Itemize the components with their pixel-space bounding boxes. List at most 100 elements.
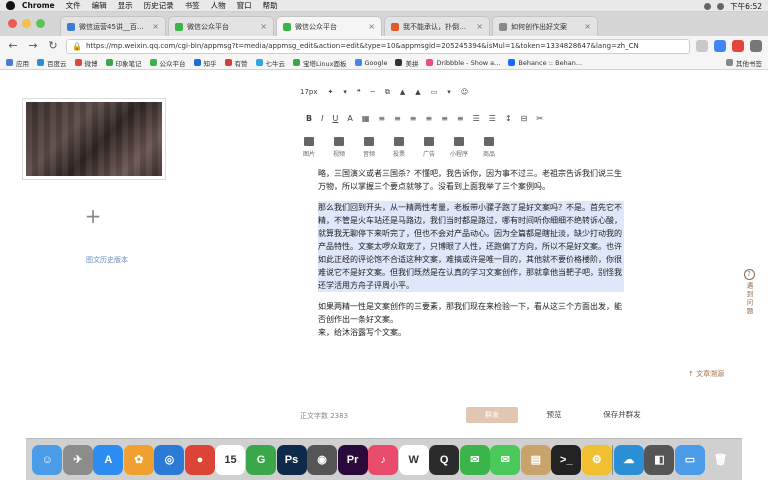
box-icon[interactable]: ▭ — [431, 88, 438, 96]
bookmark-google[interactable]: Google — [354, 59, 387, 67]
table-icon[interactable]: ⊟ — [521, 114, 528, 123]
divider-icon[interactable]: ─ — [371, 88, 375, 96]
bookmark-behance[interactable]: Behance :: Behan... — [508, 59, 582, 67]
address-bar[interactable]: 🔒 https://mp.weixin.qq.com/cgi-bin/appms… — [66, 38, 690, 54]
extension-icon[interactable] — [714, 40, 726, 52]
preview-icon[interactable]: ▤ — [520, 444, 551, 475]
wechat-icon[interactable]: ✉ — [459, 444, 490, 475]
highlight-icon[interactable]: ▦ — [362, 114, 370, 123]
align-left-icon[interactable]: ≡ — [378, 114, 385, 123]
bookmark-other[interactable]: 其他书签 — [726, 58, 762, 68]
menu-item-window[interactable]: 窗口 — [237, 0, 252, 11]
clock[interactable]: 下午6:52 — [730, 1, 762, 12]
emoji-icon[interactable]: ☺ — [461, 88, 468, 96]
article-body[interactable]: 略，三国演义或者三国杀？不懂吧，我告诉你，因为事不过三。老祖宗告诉我们说三生万物… — [318, 167, 624, 347]
forward-icon[interactable]: → — [26, 39, 40, 53]
battery-icon[interactable] — [717, 2, 725, 10]
tab-baidu[interactable]: 微信运营45讲__百度搜索 × — [60, 16, 166, 36]
outdent-icon[interactable]: ≡ — [457, 114, 464, 123]
quote-icon[interactable]: ❝ — [357, 88, 361, 96]
launchpad-icon[interactable]: ✈ — [62, 444, 93, 475]
tab-close-icon[interactable]: × — [476, 22, 483, 31]
wps-icon[interactable]: W — [398, 444, 429, 475]
qq-icon[interactable]: Q — [429, 444, 460, 475]
insert-image-button[interactable]: 图片 — [300, 137, 318, 161]
bookmark-apps[interactable]: 应用 — [6, 58, 29, 68]
tab-close-icon[interactable]: × — [368, 22, 375, 31]
wifi-icon[interactable] — [704, 2, 712, 10]
tab-weixin-2[interactable]: 微信公众平台 × — [276, 16, 382, 36]
font-size-dropdown-icon[interactable]: ✦ — [328, 88, 334, 96]
menu-item-edit[interactable]: 编辑 — [92, 0, 107, 11]
bg-color-icon[interactable]: ▲ — [415, 88, 420, 96]
reload-icon[interactable]: ↻ — [46, 39, 60, 53]
back-icon[interactable]: ← — [6, 39, 20, 53]
bookmark-youzan[interactable]: 有赞 — [224, 58, 248, 68]
maximize-window-icon[interactable] — [36, 19, 45, 28]
trash-icon[interactable]: 🗑 — [705, 444, 736, 475]
tab-weixin-1[interactable]: 微信公众平台 × — [168, 16, 274, 36]
more-dropdown-icon[interactable]: ▾ — [447, 88, 451, 96]
appstore-icon[interactable]: A — [93, 444, 124, 475]
bookmark-baota[interactable]: 宝塔Linux面板 — [293, 58, 347, 68]
bookmark-evernote[interactable]: 印象笔记 — [105, 58, 142, 68]
bookmark-baiduyun[interactable]: 百度云 — [37, 58, 67, 68]
chrome-icon[interactable]: ● — [184, 444, 215, 475]
tab-article[interactable]: 我不能承认，扑倒推特的哈哈 × — [384, 16, 490, 36]
folder-icon[interactable]: ▭ — [674, 444, 705, 475]
bookmark-meipin[interactable]: 美拼 — [395, 58, 418, 68]
minimize-window-icon[interactable] — [22, 19, 31, 28]
tab-close-icon[interactable]: × — [260, 22, 267, 31]
colorsync-icon[interactable]: ⚙ — [581, 444, 612, 475]
ordered-list-icon[interactable]: ☰ — [473, 114, 480, 123]
tab-copywriting[interactable]: 如何创作出好文案 × — [492, 16, 598, 36]
insert-ad-button[interactable]: 广告 — [420, 137, 438, 161]
messages-icon[interactable]: ✉ — [490, 444, 521, 475]
screenshot-icon[interactable]: ◧ — [644, 444, 675, 475]
bookmark-mp[interactable]: 公众平台 — [149, 58, 186, 68]
extension-icon[interactable] — [732, 40, 744, 52]
media-icon[interactable]: ◉ — [307, 444, 338, 475]
underline-icon[interactable]: U — [332, 114, 338, 123]
add-article-icon[interactable]: + — [84, 206, 102, 226]
align-right-icon[interactable]: ≡ — [410, 114, 417, 123]
link-icon[interactable]: ⧉ — [385, 88, 390, 97]
format-dropdown-icon[interactable]: ▾ — [343, 88, 347, 96]
premiere-icon[interactable]: Pr — [337, 444, 368, 475]
history-version-link[interactable]: 图文历史版本 — [62, 255, 152, 265]
cover-thumbnail[interactable] — [22, 98, 166, 180]
insert-miniprogram-button[interactable]: 小程序 — [450, 137, 468, 161]
finder-icon[interactable]: ☺ — [32, 444, 63, 475]
tab-close-icon[interactable]: × — [152, 22, 159, 31]
terminal-icon[interactable]: >_ — [551, 444, 582, 475]
menu-item-people[interactable]: 人物 — [211, 0, 226, 11]
menu-icon[interactable] — [750, 40, 762, 52]
line-height-icon[interactable]: ↕ — [505, 114, 512, 123]
evernote-icon[interactable]: G — [245, 444, 276, 475]
safari-icon[interactable]: ◎ — [154, 444, 185, 475]
send-button[interactable]: 群发 — [466, 407, 518, 423]
menu-item-view[interactable]: 显示 — [118, 0, 133, 11]
bookmark-zhihu[interactable]: 知乎 — [193, 58, 217, 68]
menu-item-bookmarks[interactable]: 书签 — [185, 0, 200, 11]
baidu-netdisk-icon[interactable]: ☁ — [613, 444, 644, 475]
insert-audio-button[interactable]: 音频 — [360, 137, 378, 161]
photos-icon[interactable]: ✿ — [123, 444, 154, 475]
save-and-send-button[interactable]: 保存并群发 — [594, 407, 650, 423]
align-center-icon[interactable]: ≡ — [394, 114, 401, 123]
bookmark-weibo[interactable]: 微博 — [74, 58, 98, 68]
menu-item-history[interactable]: 历史记录 — [144, 0, 174, 11]
photoshop-icon[interactable]: Ps — [276, 444, 307, 475]
bullet-list-icon[interactable]: ☰ — [489, 114, 496, 123]
indent-icon[interactable]: ≡ — [441, 114, 448, 123]
italic-icon[interactable]: I — [321, 114, 323, 123]
tab-close-icon[interactable]: × — [584, 22, 591, 31]
calendar-icon[interactable]: 15 — [215, 444, 246, 475]
clear-format-icon[interactable]: ✂ — [536, 114, 543, 123]
bookmark-dribbble[interactable]: Dribbble - Show a... — [426, 59, 500, 67]
insert-video-button[interactable]: 视频 — [330, 137, 348, 161]
help-rail[interactable]: ? 遇到问题 — [742, 269, 756, 316]
apple-icon[interactable] — [6, 1, 15, 10]
preview-button[interactable]: 预览 — [538, 407, 570, 423]
insert-product-button[interactable]: 商品 — [480, 137, 498, 161]
